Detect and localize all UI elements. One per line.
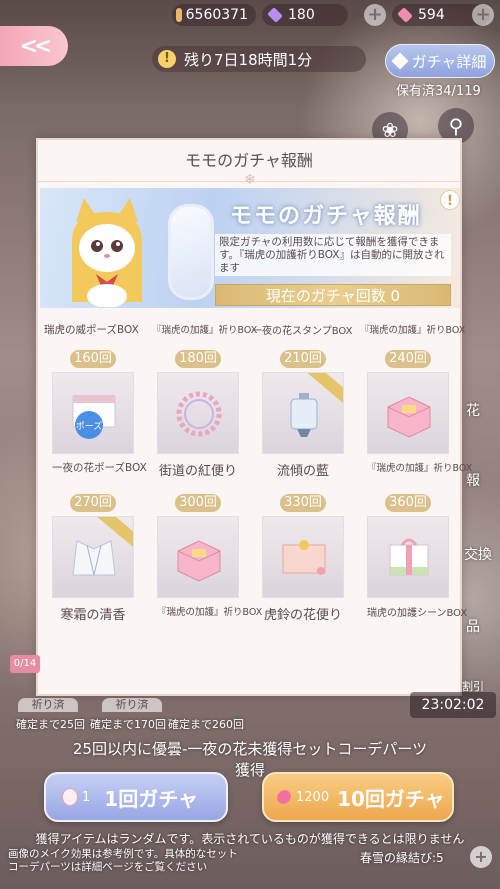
reward-name: 街道の紅便り: [158, 464, 237, 479]
reward-count: 330回: [280, 494, 326, 512]
lantern-icon: [290, 393, 318, 437]
makeup-notice-line-1: 画像のメイク効果は参考例です。具体的なセット: [8, 848, 238, 860]
reward-box-image: [52, 516, 134, 598]
current-gacha-count: 現在のガチャ回数 0: [215, 284, 451, 306]
reward-270[interactable]: 270回 寒霜の清香: [52, 494, 134, 623]
prayed-tab-1: 祈り済: [18, 698, 78, 712]
reward-name: 瑞虎の加護シーンBOX: [367, 608, 468, 619]
reward-box-image: [262, 372, 344, 454]
kimono-icon: [72, 540, 116, 576]
flower-wreath-icon: [176, 391, 222, 437]
reward-box-image: [157, 372, 239, 454]
mirror-image: [168, 204, 214, 300]
gold-currency: 6560371: [172, 4, 256, 26]
top-label-4: 『瑞虎の加護』祈りBOX: [360, 325, 466, 336]
add-crystal-button[interactable]: +: [364, 4, 386, 26]
purple-diamond-icon: [267, 7, 283, 23]
pose-badge: ポーズ: [76, 420, 103, 432]
pink-diamond-icon: [397, 7, 413, 23]
discount-timer: 23:02:02: [410, 692, 496, 718]
pink-crystal-amount: 594: [418, 7, 445, 23]
reward-box-image: ポーズ: [52, 372, 134, 454]
confirm-260: 確定まで260回: [168, 718, 244, 731]
reward-180[interactable]: 180回 街道の紅便り: [157, 350, 239, 479]
reward-count: 180回: [175, 350, 221, 368]
purple-crystal-amount: 180: [288, 7, 315, 23]
single-gacha-label: 1回ガチャ: [104, 786, 198, 811]
reward-name: 一夜の花ポーズBOX: [52, 462, 147, 474]
pose-box-icon: ポーズ: [72, 395, 116, 439]
side-label-reward: 報: [466, 473, 480, 489]
reward-300[interactable]: 300回 『瑞虎の加護』祈りBOX: [157, 494, 263, 618]
top-label-1: 瑞虎の威ポーズBOX: [44, 324, 139, 336]
single-gacha-button[interactable]: 1 1回ガチャ: [44, 772, 228, 822]
reward-name: 虎鈴の花便り: [263, 608, 342, 623]
banner-description: 限定ガチャの利用数に応じて報酬を獲得できます。『瑞虎の加護祈りBOX』は自動的に…: [215, 234, 451, 276]
ten-gacha-cost: 1200: [296, 789, 330, 805]
prayed-tab-2: 祈り済: [102, 698, 162, 712]
banner-title: モモのガチャ報酬: [230, 204, 422, 229]
confirm-25: 確定まで25回: [16, 718, 85, 731]
reward-count: 160回: [70, 350, 116, 368]
makeup-notice-line-2: コーデパーツは詳細ページをご覧ください: [8, 861, 208, 873]
gacha-detail-label: ガチャ詳細: [411, 52, 487, 71]
pink-diamond-icon: [274, 787, 294, 807]
reward-160[interactable]: 160回 ポーズ 一夜の花ポーズBOX: [52, 350, 147, 475]
purple-crystal-currency: 180: [262, 4, 348, 26]
single-gacha-cost: 1: [82, 789, 91, 805]
reward-count: 360回: [385, 494, 431, 512]
random-notice: 獲得アイテムはランダムです。表示されているものが獲得できるとは限りません: [35, 832, 465, 846]
reward-box-image: [367, 372, 449, 454]
reward-360[interactable]: 360回 瑞虎の加護シーンBOX: [367, 494, 468, 619]
reward-330[interactable]: 330回 虎鈴の花便り: [262, 494, 344, 623]
alert-icon: !: [158, 50, 176, 68]
reward-210[interactable]: 210回 流傾の藍: [262, 350, 344, 479]
reward-240[interactable]: 240回 『瑞虎の加護』祈りBOX: [367, 350, 473, 474]
reward-count: 270回: [70, 494, 116, 512]
cat-mascot-image: [72, 198, 142, 307]
reward-modal: モモのガチャ報酬 ❄ モモのガチャ報酬 ! 限定ガチャの利用数に応じて報酬を獲得…: [36, 138, 473, 696]
spring-snow-counter: 春雪の縁結び:5: [360, 851, 444, 865]
reward-name: 『瑞虎の加護』祈りBOX: [367, 463, 473, 474]
reward-count: 300回: [175, 494, 221, 512]
prayer-box-icon: [387, 396, 431, 438]
reward-banner: モモのガチャ報酬 ! 限定ガチャの利用数に応じて報酬を獲得できます。『瑞虎の加護…: [40, 188, 460, 308]
reward-name: 流傾の藍: [276, 464, 329, 479]
reward-box-image: [262, 516, 344, 598]
back-button[interactable]: <<: [0, 26, 68, 66]
add-spring-snow-button[interactable]: +: [470, 846, 492, 868]
pink-coin-icon: [62, 788, 78, 806]
ten-gacha-label: 10回ガチャ: [337, 786, 445, 811]
reward-name: 寒霜の清香: [60, 608, 126, 623]
top-label-2: 『瑞虎の加護』祈りBOX: [152, 325, 258, 336]
flower-letter-icon: [282, 540, 326, 575]
side-label-flower: 花: [466, 403, 480, 419]
reward-box-image: [157, 516, 239, 598]
diamond-icon: [391, 52, 409, 70]
remaining-time: ! 残り7日18時間1分: [152, 46, 366, 72]
add-pink-crystal-button[interactable]: +: [472, 4, 494, 26]
snowflake-icon: ❄: [244, 172, 256, 188]
reward-name: 『瑞虎の加護』祈りBOX: [157, 607, 263, 618]
remaining-time-text: 残り7日18時間1分: [184, 50, 313, 69]
gold-amount: 6560371: [185, 7, 248, 23]
prayer-box-icon: [177, 540, 221, 582]
reward-box-image: [367, 516, 449, 598]
info-icon[interactable]: !: [440, 190, 460, 210]
scene-box-icon: [389, 538, 429, 576]
progress-badge: 0/14: [10, 655, 40, 673]
confirm-170: 確定まで170回: [90, 718, 166, 731]
gacha-detail-button[interactable]: ガチャ詳細: [385, 44, 495, 78]
cat-coin-icon: [176, 8, 182, 22]
double-chevron-left-icon: <<: [19, 33, 53, 59]
side-label-exchange: 交換: [464, 547, 492, 563]
reward-count: 210回: [280, 350, 326, 368]
makeup-notice: 画像のメイク効果は参考例です。具体的なセット コーデパーツは詳細ページをご覧くだ…: [8, 848, 238, 874]
side-label-item: 品: [466, 619, 480, 635]
reward-count: 240回: [385, 350, 431, 368]
top-label-3: 一夜の花スタンプBOX: [252, 326, 353, 337]
owned-count: 保有済34/119: [396, 84, 481, 99]
ten-gacha-button[interactable]: 1200 10回ガチャ: [262, 772, 454, 822]
